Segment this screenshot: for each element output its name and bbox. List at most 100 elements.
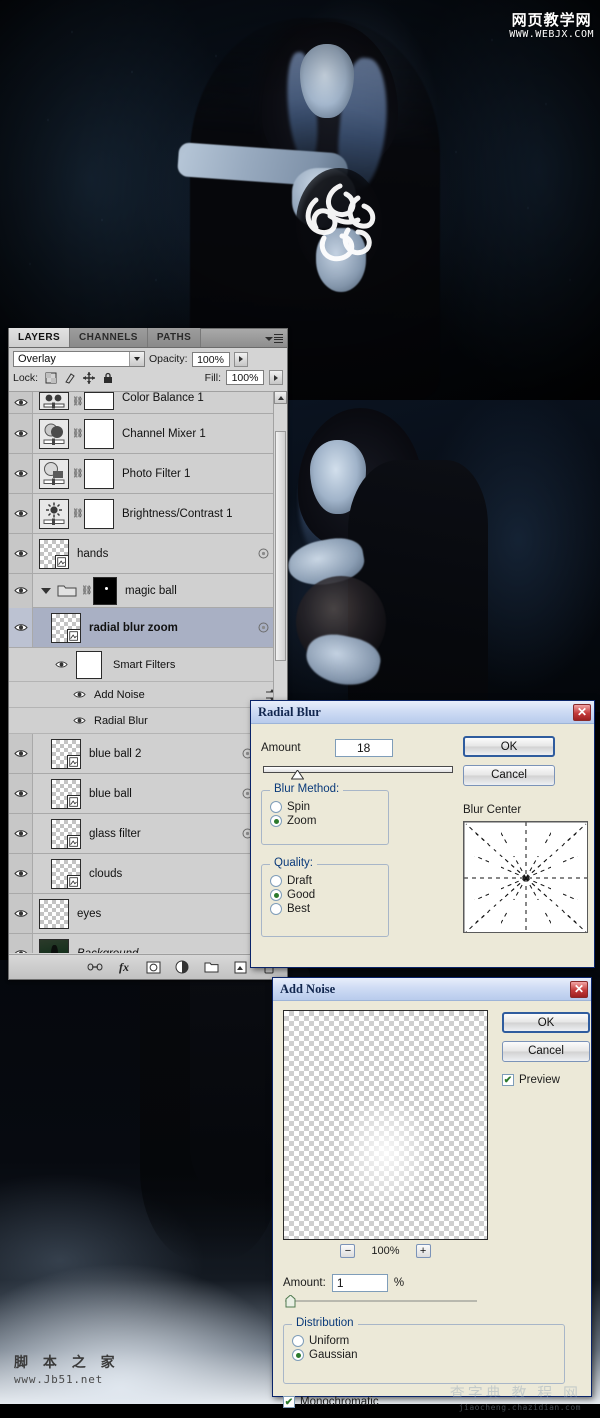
scroll-up-arrow-icon[interactable]	[274, 391, 287, 404]
zoom-out-button[interactable]: −	[340, 1244, 356, 1258]
eye-icon[interactable]	[73, 716, 86, 725]
mask-link-icon[interactable]: ⛓	[72, 468, 83, 479]
layer-style-fx-icon[interactable]: fx	[116, 959, 132, 975]
close-icon[interactable]: ✕	[570, 980, 588, 998]
preview-zoom-controls[interactable]: − 100% +	[283, 1244, 488, 1258]
layer-visibility-toggle[interactable]	[9, 854, 33, 893]
amount-input[interactable]: 18	[334, 739, 393, 757]
blend-mode-select[interactable]: Overlay	[13, 351, 145, 367]
adjustment-layer-icon[interactable]	[174, 959, 190, 975]
layer-thumbnail[interactable]	[39, 538, 69, 569]
panel-tab-strip[interactable]: LAYERS CHANNELS PATHS	[9, 328, 287, 348]
table-row[interactable]: blue ball 2 fx	[9, 734, 287, 774]
ok-button[interactable]: OK	[463, 736, 555, 757]
tab-paths[interactable]: PATHS	[147, 328, 202, 347]
cancel-button[interactable]: Cancel	[463, 765, 555, 786]
layer-thumbnail[interactable]	[39, 458, 69, 489]
opacity-stepper-icon[interactable]	[233, 351, 248, 367]
slider-handle-icon[interactable]	[291, 770, 304, 780]
add-noise-dialog[interactable]: Add Noise ✕ − 100% + OK Cancel ✔ Preview	[272, 977, 592, 1412]
layer-filter-dot-icon[interactable]	[258, 622, 269, 633]
table-row[interactable]: glass filter fx	[9, 814, 287, 854]
table-row[interactable]: ⛓ magic ball	[9, 573, 287, 608]
layer-thumbnail[interactable]	[39, 938, 69, 953]
layer-visibility-toggle[interactable]	[9, 894, 33, 933]
smart-filters-header-row[interactable]: Smart Filters	[9, 648, 287, 682]
layer-mask-thumbnail[interactable]	[84, 498, 114, 529]
slider-handle-icon[interactable]	[285, 1295, 296, 1308]
layer-visibility-toggle[interactable]	[9, 392, 33, 413]
blend-mode-row[interactable]: Overlay Opacity: 100%	[9, 348, 287, 369]
layer-thumbnail[interactable]	[51, 778, 81, 809]
fill-input[interactable]: 100%	[226, 370, 264, 385]
new-group-icon[interactable]	[203, 959, 219, 975]
blend-mode-chevron-down-icon[interactable]	[129, 352, 144, 366]
tab-channels[interactable]: CHANNELS	[70, 328, 148, 347]
cancel-button[interactable]: Cancel	[502, 1041, 590, 1062]
layer-thumbnail[interactable]	[39, 498, 69, 529]
layers-panel-footer[interactable]: fx	[9, 954, 287, 979]
layer-thumbnail[interactable]	[51, 612, 81, 643]
layer-visibility-toggle[interactable]	[9, 934, 33, 953]
radio-zoom[interactable]: Zoom	[270, 815, 388, 827]
table-row[interactable]: clouds fx	[9, 854, 287, 894]
radio-draft[interactable]: Draft	[270, 875, 388, 887]
layer-thumbnail[interactable]	[39, 392, 69, 410]
lock-position-move-icon[interactable]	[83, 371, 96, 384]
layer-visibility-toggle[interactable]	[9, 774, 33, 813]
group-disclosure-triangle-icon[interactable]	[41, 587, 51, 594]
mask-link-icon[interactable]: ⛓	[72, 428, 83, 439]
lock-row[interactable]: Lock: Fill: 100%	[9, 369, 287, 388]
radio-best[interactable]: Best	[270, 903, 388, 915]
eye-icon[interactable]	[73, 690, 86, 699]
layer-thumbnail[interactable]	[51, 738, 81, 769]
layer-visibility-toggle[interactable]	[9, 814, 33, 853]
radio-good[interactable]: Good	[270, 889, 388, 901]
smart-filter-mask-thumbnail[interactable]	[76, 650, 102, 679]
layer-thumbnail[interactable]	[39, 418, 69, 449]
table-row[interactable]: ⛓ Channel Mixer 1	[9, 414, 287, 454]
dialog-title-bar[interactable]: Add Noise ✕	[273, 978, 591, 1001]
radio-uniform[interactable]: Uniform	[292, 1335, 564, 1347]
zoom-in-button[interactable]: +	[415, 1244, 431, 1258]
lock-transparent-pixels-icon[interactable]	[45, 372, 57, 384]
layer-thumbnail[interactable]	[39, 898, 69, 929]
eye-icon[interactable]	[55, 660, 68, 669]
layer-visibility-toggle[interactable]	[9, 734, 33, 773]
ok-button[interactable]: OK	[502, 1012, 590, 1033]
layer-visibility-toggle[interactable]	[9, 608, 33, 647]
lock-image-pixels-brush-icon[interactable]	[64, 372, 76, 384]
amount-slider[interactable]	[263, 766, 453, 780]
radial-blur-dialog[interactable]: Radial Blur ✕ Amount 18 Blur Method: Spi…	[250, 700, 595, 968]
fill-stepper-icon[interactable]	[269, 370, 283, 385]
preview-checkbox-row[interactable]: ✔ Preview	[502, 1074, 590, 1086]
link-layers-icon[interactable]	[87, 959, 103, 975]
layer-mask-icon[interactable]	[145, 959, 161, 975]
blur-center-preview[interactable]	[463, 821, 588, 933]
tab-layers[interactable]: LAYERS	[9, 328, 71, 347]
layer-visibility-toggle[interactable]	[9, 494, 33, 533]
panel-menu-icon[interactable]	[265, 332, 283, 345]
table-row[interactable]: radial blur zoom	[9, 608, 287, 648]
layer-visibility-toggle[interactable]	[9, 414, 33, 453]
group-mask-thumbnail[interactable]	[93, 576, 117, 605]
amount-input[interactable]: 1	[331, 1274, 388, 1292]
mask-link-icon[interactable]: ⛓	[81, 585, 92, 596]
dialog-title-bar[interactable]: Radial Blur ✕	[251, 701, 594, 724]
opacity-input[interactable]: 100%	[191, 351, 230, 367]
table-row[interactable]: ⛓ Color Balance 1	[9, 392, 287, 414]
layer-mask-thumbnail[interactable]	[84, 418, 114, 449]
table-row[interactable]: ⛓ Brightness/Contrast 1	[9, 494, 287, 534]
radio-spin[interactable]: Spin	[270, 801, 388, 813]
radio-gaussian[interactable]: Gaussian	[292, 1349, 564, 1361]
layer-list[interactable]: ⛓ Color Balance 1 ⛓ Channel Mixer 1 ⛓ Ph…	[9, 391, 287, 953]
layer-visibility-toggle[interactable]	[9, 534, 33, 573]
layers-panel[interactable]: LAYERS CHANNELS PATHS Overlay Opacity: 1…	[8, 328, 288, 980]
layer-mask-thumbnail[interactable]	[84, 458, 114, 489]
mask-link-icon[interactable]: ⛓	[72, 396, 83, 407]
layer-visibility-toggle[interactable]	[9, 454, 33, 493]
layer-thumbnail[interactable]	[51, 818, 81, 849]
table-row[interactable]: eyes fx	[9, 894, 287, 934]
layer-thumbnail[interactable]	[51, 858, 81, 889]
layer-visibility-toggle[interactable]	[9, 573, 33, 608]
